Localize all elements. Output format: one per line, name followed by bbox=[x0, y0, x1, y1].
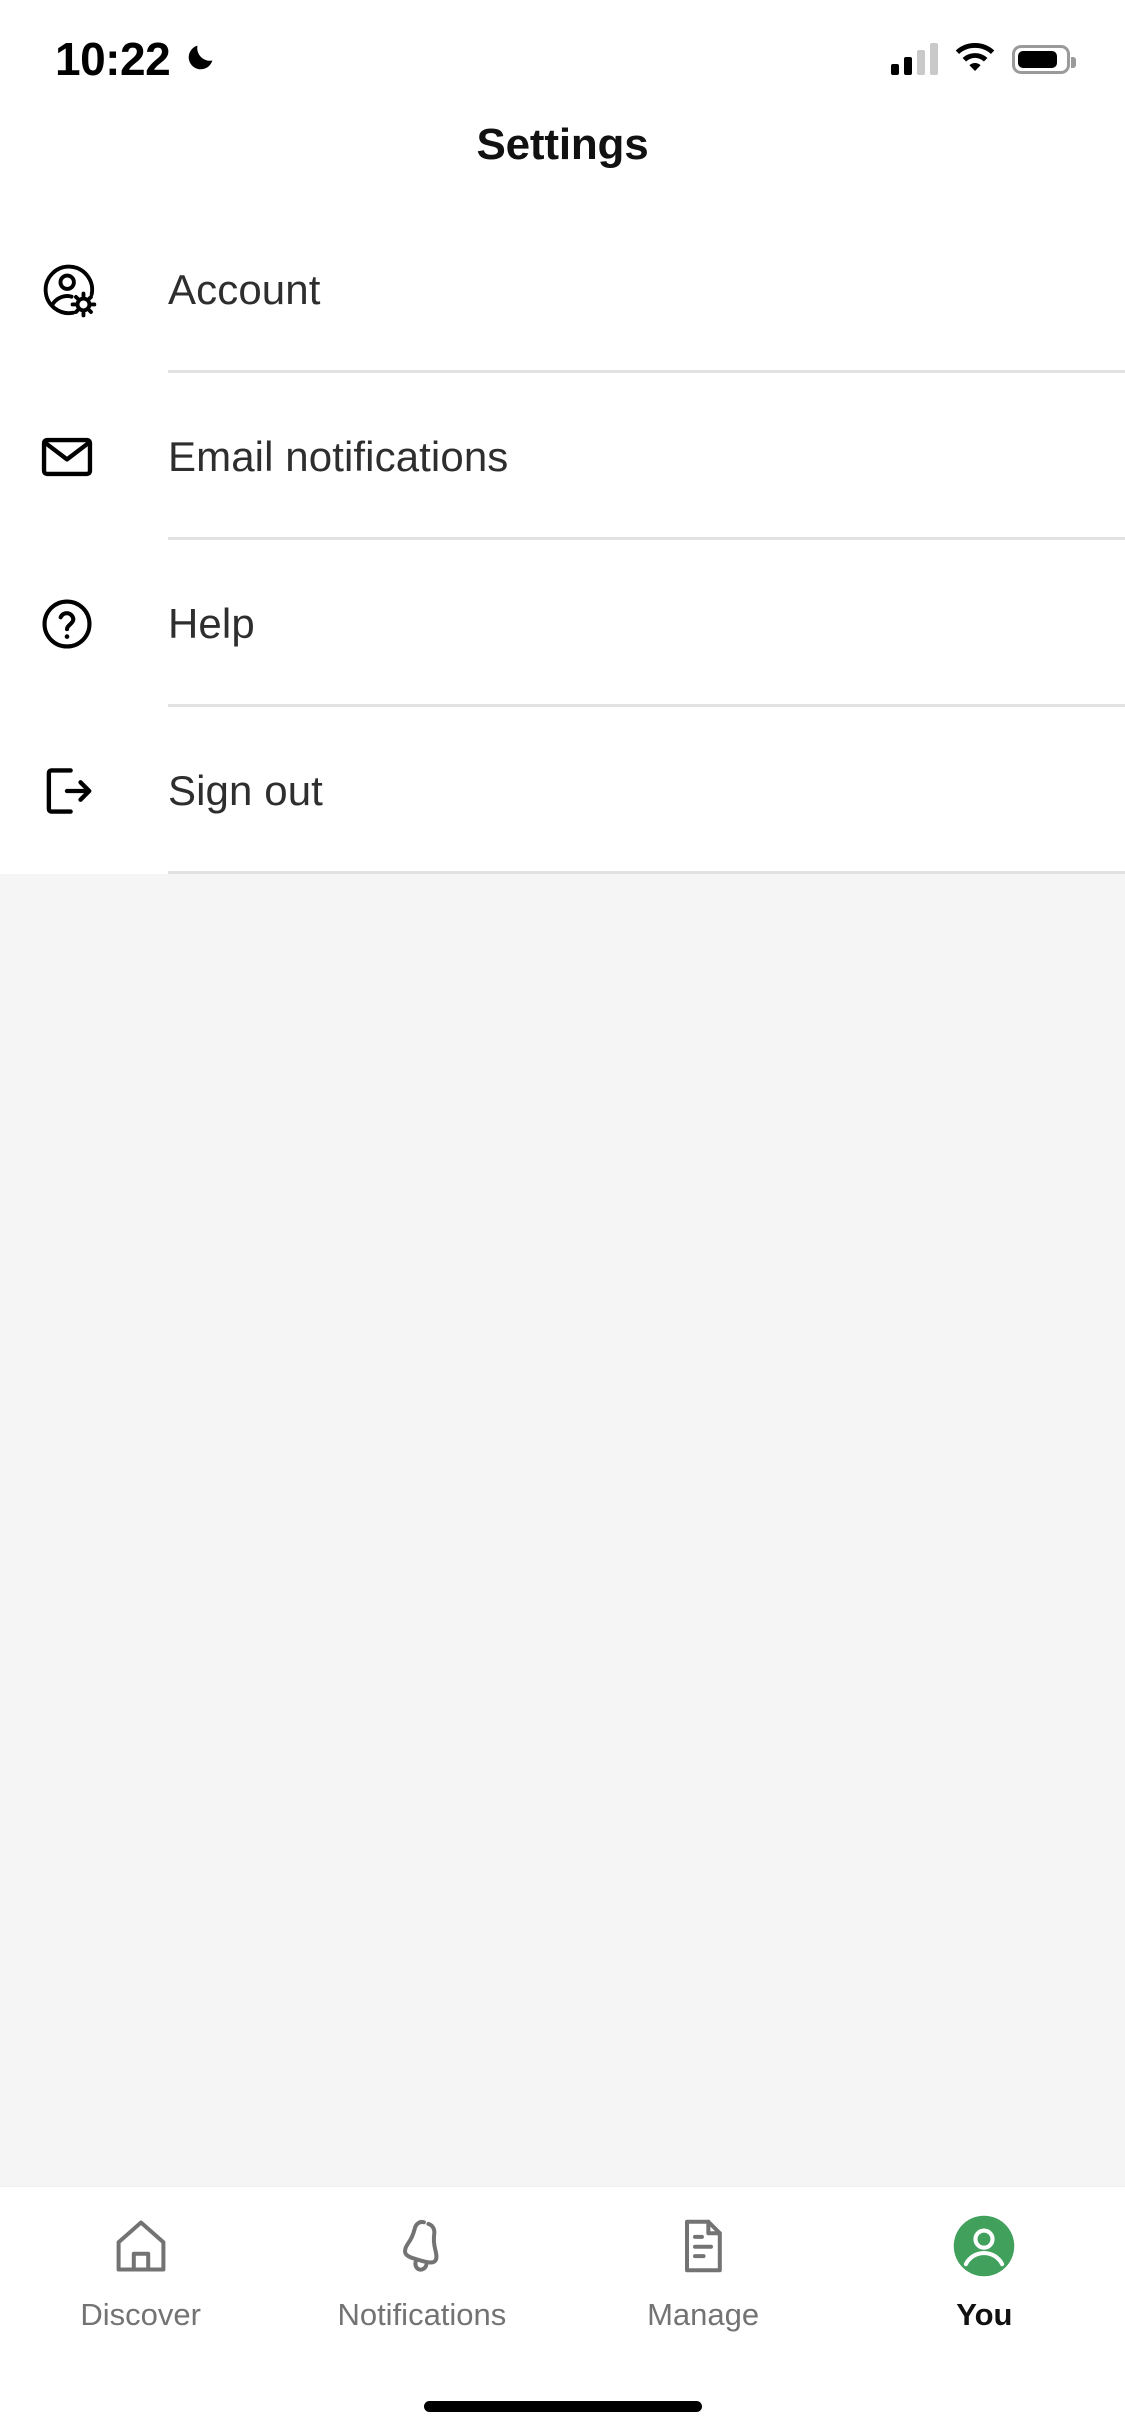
settings-row-email-notifications[interactable]: Email notifications bbox=[0, 373, 1125, 540]
settings-row-label: Sign out bbox=[168, 766, 323, 814]
nav-item-label: You bbox=[956, 2297, 1013, 2332]
header: Settings bbox=[0, 100, 1125, 190]
nav-item-notifications[interactable]: Notifications bbox=[281, 2209, 562, 2333]
bottom-navigation-bar: Discover Notifications Manage You bbox=[0, 2186, 1125, 2376]
avatar-icon bbox=[951, 2209, 1017, 2283]
envelope-icon bbox=[30, 428, 168, 486]
home-indicator-area bbox=[0, 2376, 1125, 2436]
settings-list: Account Email notifications Help Sign ou… bbox=[0, 190, 1125, 874]
settings-row-label: Account bbox=[168, 265, 321, 313]
nav-item-manage[interactable]: Manage bbox=[563, 2209, 844, 2333]
account-gear-icon bbox=[30, 259, 168, 321]
document-icon bbox=[671, 2209, 735, 2283]
settings-row-sign-out[interactable]: Sign out bbox=[0, 707, 1125, 874]
row-divider bbox=[168, 871, 1125, 874]
crescent-moon-icon bbox=[184, 40, 218, 79]
nav-item-label: Discover bbox=[80, 2297, 201, 2332]
nav-item-label: Manage bbox=[647, 2297, 760, 2332]
status-bar-left: 10:22 bbox=[55, 36, 218, 82]
settings-row-account[interactable]: Account bbox=[0, 206, 1125, 373]
home-indicator[interactable] bbox=[423, 2400, 702, 2412]
page-title: Settings bbox=[476, 120, 649, 169]
settings-screen: 10:22 Settings Account Email notificatio… bbox=[0, 0, 1125, 2436]
settings-row-label: Email notifications bbox=[168, 432, 509, 480]
home-icon bbox=[109, 2209, 173, 2283]
nav-item-label: Notifications bbox=[337, 2297, 507, 2332]
nav-item-you[interactable]: You bbox=[844, 2209, 1125, 2333]
settings-row-label: Help bbox=[168, 599, 255, 647]
sign-out-icon bbox=[30, 762, 168, 820]
status-bar-right bbox=[891, 41, 1076, 78]
wifi-icon bbox=[954, 41, 996, 78]
bell-icon bbox=[390, 2209, 454, 2283]
question-circle-icon bbox=[30, 595, 168, 653]
cellular-signal-icon bbox=[891, 43, 938, 75]
empty-content-area bbox=[0, 874, 1125, 2186]
settings-row-help[interactable]: Help bbox=[0, 540, 1125, 707]
nav-item-discover[interactable]: Discover bbox=[0, 2209, 281, 2333]
status-time: 10:22 bbox=[55, 33, 171, 85]
status-bar: 10:22 bbox=[0, 0, 1125, 100]
battery-icon bbox=[1012, 44, 1076, 74]
